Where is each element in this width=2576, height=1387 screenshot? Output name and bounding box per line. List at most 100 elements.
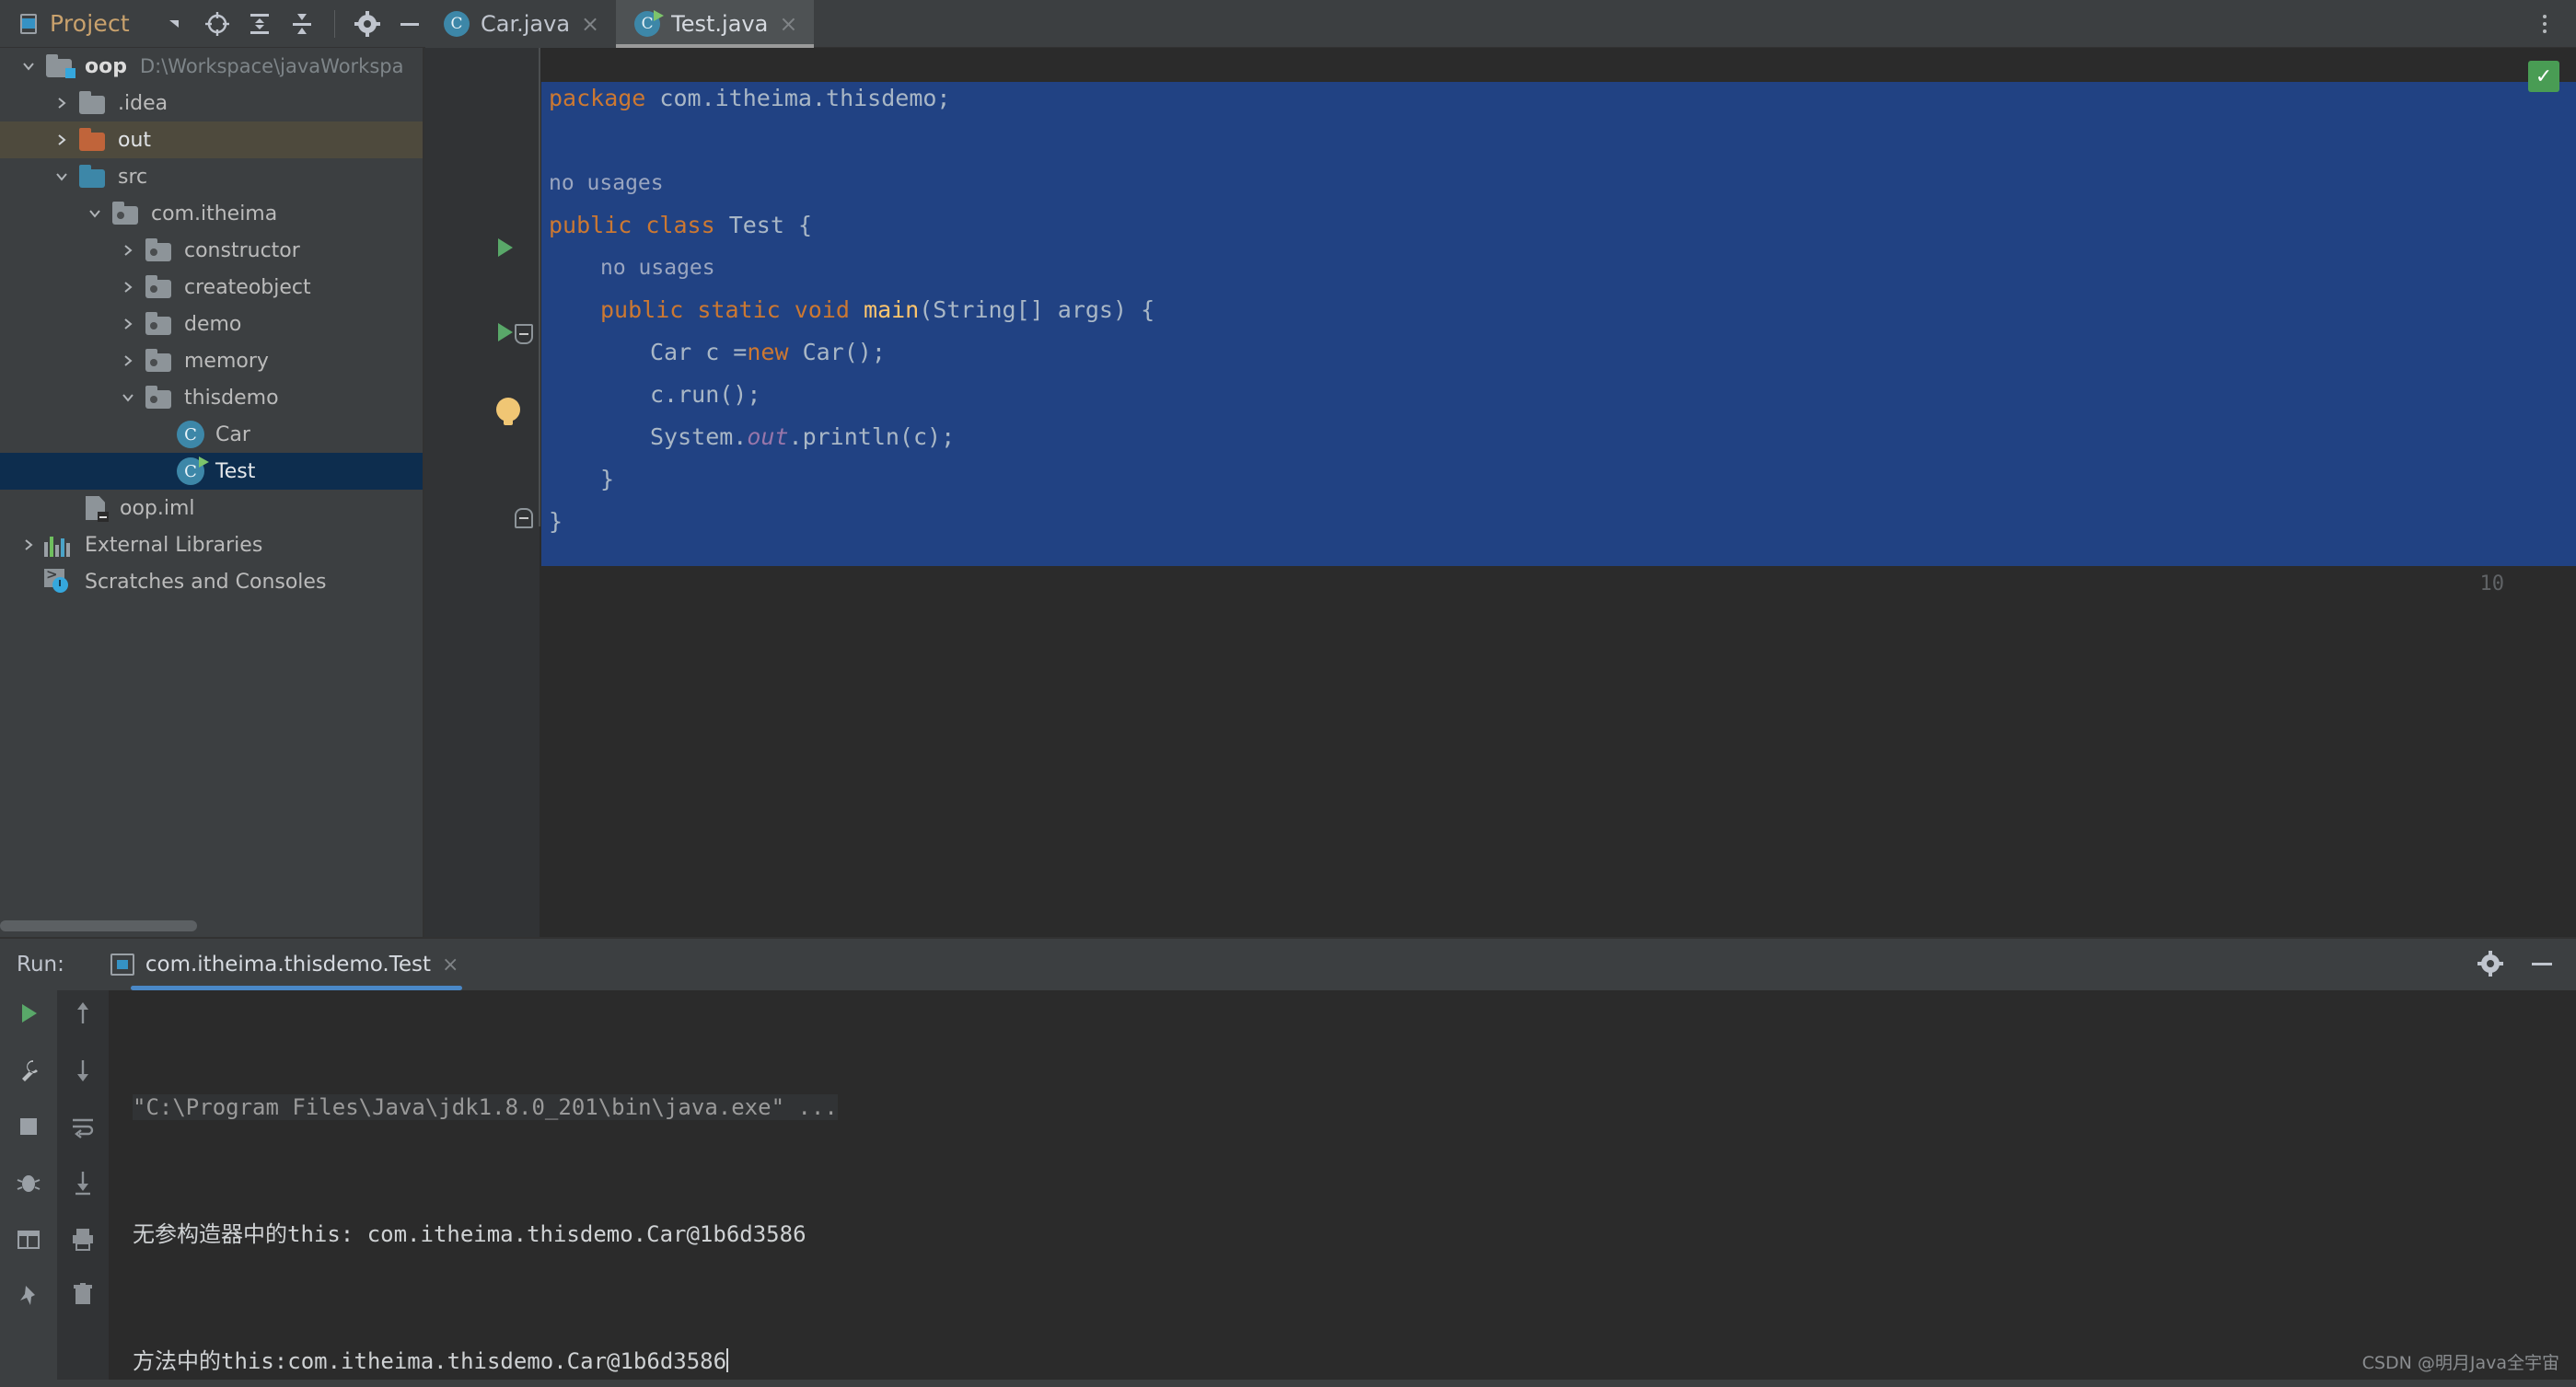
expand-all-icon[interactable] (238, 3, 281, 45)
gear-icon[interactable] (346, 3, 389, 45)
toolbar-divider (333, 9, 335, 38)
minimize-icon[interactable] (2528, 950, 2556, 981)
locate-target-icon[interactable] (196, 3, 238, 45)
editor-gutter[interactable] (424, 48, 540, 937)
tree-item-demo[interactable]: demo (0, 306, 424, 342)
code-fold-expand-icon[interactable] (515, 508, 533, 528)
chevron-right-icon[interactable] (13, 537, 44, 553)
chevron-right-icon[interactable] (46, 132, 77, 148)
chevron-right-icon[interactable] (112, 353, 144, 369)
tab-test-java[interactable]: C Test.java × (616, 0, 815, 48)
chevron-down-icon[interactable] (154, 3, 196, 45)
chevron-down-icon[interactable] (79, 205, 110, 222)
tree-item-label: createobject (184, 275, 311, 299)
run-configuration-tab[interactable]: com.itheima.thisdemo.Test × (103, 939, 467, 990)
stop-square-icon[interactable] (16, 1114, 41, 1143)
class-name: Test (728, 212, 784, 238)
tab-label: Test.java (671, 11, 769, 37)
package-icon (110, 202, 142, 225)
keyword-void: void (794, 296, 850, 323)
tree-item-createobject[interactable]: createobject (0, 269, 424, 306)
module-folder-icon (44, 54, 75, 78)
code-editor[interactable]: 1 2 3 4 5 6 7 8 9 10 package com.itheima… (424, 48, 2576, 937)
brace: { (797, 212, 813, 238)
code-line-1: package com.itheima.thisdemo; (549, 77, 951, 120)
soft-wrap-icon[interactable] (70, 1114, 96, 1143)
sidebar-horizontal-scrollbar[interactable] (0, 920, 396, 931)
tree-item-test[interactable]: C Test (0, 453, 424, 490)
tree-item-path: D:\Workspace\javaWorkspa (139, 55, 404, 77)
chevron-right-icon[interactable] (112, 279, 144, 295)
close-icon[interactable]: × (581, 13, 599, 35)
code-fold-collapse-icon[interactable] (515, 324, 533, 344)
ide-window: Project C Car.java × C Test.java × oop D… (0, 0, 2576, 1387)
code-line-3: public class Test { (549, 204, 812, 247)
package-icon (144, 386, 175, 410)
method-name: main (864, 296, 920, 323)
project-tree-panel[interactable]: oop D:\Workspace\javaWorkspa .idea out s… (0, 48, 424, 937)
console-caret (726, 1348, 729, 1372)
tree-item-label: src (118, 165, 148, 189)
close-icon[interactable]: × (442, 954, 458, 977)
chevron-down-icon[interactable] (13, 58, 44, 75)
console-line-output-1: 无参构造器中的this: com.itheima.thisdemo.Car@1b… (133, 1221, 806, 1247)
tree-item-memory[interactable]: memory (0, 342, 424, 379)
pin-icon[interactable] (15, 1283, 42, 1314)
chevron-right-icon[interactable] (46, 95, 77, 111)
bug-icon[interactable] (15, 1169, 42, 1200)
tree-item-label: oop.iml (120, 496, 195, 520)
console-output[interactable]: "C:\Program Files\Java\jdk1.8.0_201\bin\… (109, 990, 2576, 1387)
tree-item-out[interactable]: out (0, 121, 424, 158)
run-method-gutter-icon[interactable] (498, 323, 513, 341)
layout-icon[interactable] (15, 1226, 42, 1257)
usage-hint-method: no usages (600, 256, 715, 280)
keyword-new: new (747, 339, 789, 365)
java-class-runnable-icon: C (177, 457, 209, 485)
tab-car-java[interactable]: C Car.java × (425, 0, 617, 48)
tree-item-scratches-and-consoles[interactable]: Scratches and Consoles (0, 563, 424, 600)
run-actions-column-right (57, 990, 109, 1387)
tree-item-src[interactable]: src (0, 158, 424, 195)
folder-output-icon (77, 128, 109, 152)
intention-bulb-icon[interactable] (496, 398, 520, 425)
wrench-icon[interactable] (15, 1057, 42, 1088)
scroll-to-end-icon[interactable] (71, 1169, 95, 1200)
tree-item-car[interactable]: C Car (0, 416, 424, 453)
run-panel-title: Run: (17, 953, 64, 977)
scroll-down-icon[interactable] (71, 1057, 95, 1088)
run-config-icon (110, 954, 134, 976)
tree-item-external-libraries[interactable]: External Libraries (0, 526, 424, 563)
keyword-public: public (549, 212, 632, 238)
tree-item-com-itheima[interactable]: com.itheima (0, 195, 424, 232)
chevron-right-icon[interactable] (112, 316, 144, 332)
tree-item-oop[interactable]: oop D:\Workspace\javaWorkspa (0, 48, 424, 85)
java-class-runnable-icon: C (634, 10, 665, 37)
scroll-up-icon[interactable] (71, 1000, 95, 1031)
inspection-status-ok-icon[interactable]: ✓ (2528, 61, 2559, 92)
field-out: out (747, 423, 789, 450)
run-actions-column-left (0, 990, 57, 1387)
folder-source-icon (77, 165, 109, 189)
collapse-all-icon[interactable] (281, 3, 323, 45)
chevron-down-icon[interactable] (46, 168, 77, 185)
tree-item-oop-iml[interactable]: oop.iml (0, 490, 424, 526)
run-class-gutter-icon[interactable] (498, 238, 513, 257)
tree-item-thisdemo[interactable]: thisdemo (0, 379, 424, 416)
close-icon[interactable]: × (779, 13, 797, 35)
tree-item-idea[interactable]: .idea (0, 85, 424, 121)
chevron-down-icon[interactable] (112, 389, 144, 406)
package-icon (144, 238, 175, 262)
code-line-7: System.out.println(c); (650, 416, 955, 458)
print-icon[interactable] (70, 1226, 96, 1255)
trash-icon[interactable] (70, 1281, 96, 1311)
tree-item-label: Test (215, 459, 256, 483)
editor-code-content[interactable]: package com.itheima.thisdemo; no usages … (541, 48, 2576, 937)
keyword-static: static (697, 296, 781, 323)
libraries-icon (44, 533, 74, 557)
chevron-right-icon[interactable] (112, 242, 144, 259)
tree-item-constructor[interactable]: constructor (0, 232, 424, 269)
more-options-icon[interactable] (2528, 7, 2561, 40)
run-panel-header: Run: com.itheima.thisdemo.Test × (0, 939, 2576, 990)
rerun-play-icon[interactable] (15, 1000, 42, 1031)
gear-icon[interactable] (2477, 950, 2504, 981)
